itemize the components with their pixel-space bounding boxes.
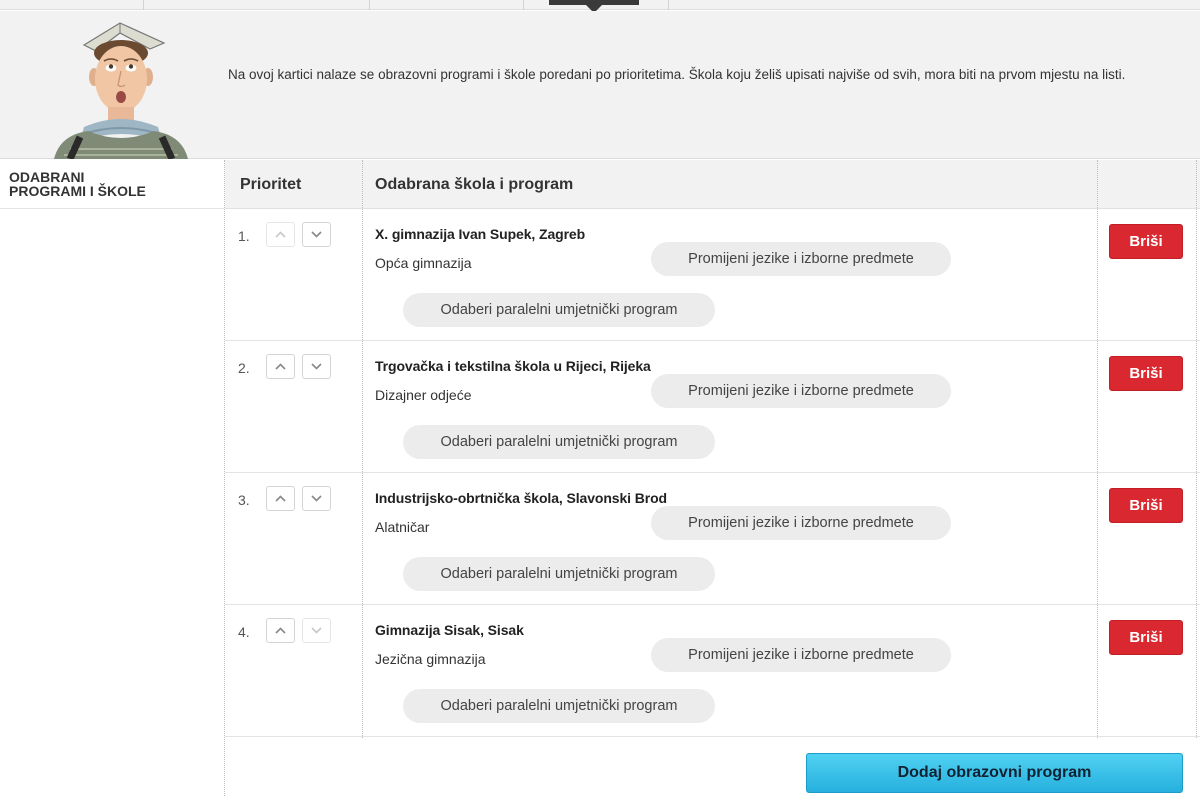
move-down-button[interactable] — [302, 222, 331, 247]
column-divider — [1097, 160, 1098, 738]
parallel-art-program-button[interactable]: Odaberi paralelni umjetnički program — [403, 293, 715, 327]
chevron-down-icon — [311, 231, 322, 238]
delete-button[interactable]: Briši — [1109, 224, 1183, 259]
side-panel: ODABRANI PROGRAMI I ŠKOLE — [0, 160, 224, 209]
change-languages-button[interactable]: Promijeni jezike i izborne predmete — [651, 242, 951, 276]
move-up-button[interactable] — [266, 486, 295, 511]
change-languages-button[interactable]: Promijeni jezike i izborne predmete — [651, 638, 951, 672]
program-name: Opća gimnazija — [375, 255, 472, 271]
priority-number: 2. — [238, 360, 250, 376]
tab-strip — [0, 0, 1200, 13]
header-priority: Prioritet — [240, 176, 302, 193]
move-up-button[interactable] — [266, 222, 295, 247]
change-languages-button[interactable]: Promijeni jezike i izborne predmete — [651, 506, 951, 540]
chevron-down-icon — [311, 627, 322, 634]
chevron-down-icon — [311, 363, 322, 370]
priority-number: 3. — [238, 492, 250, 508]
tab-separator — [143, 0, 144, 10]
priority-number: 4. — [238, 624, 250, 640]
tab-separator — [668, 0, 669, 10]
move-up-button[interactable] — [266, 618, 295, 643]
delete-button[interactable]: Briši — [1109, 620, 1183, 655]
program-name: Dizajner odjeće — [375, 387, 472, 403]
delete-button[interactable]: Briši — [1109, 356, 1183, 391]
parallel-art-program-button[interactable]: Odaberi paralelni umjetnički program — [403, 689, 715, 723]
school-name: Industrijsko-obrtnička škola, Slavonski … — [375, 490, 668, 506]
banner-description: Na ovoj kartici nalaze se obrazovni prog… — [228, 67, 1126, 82]
add-program-button[interactable]: Dodaj obrazovni program — [806, 753, 1183, 793]
chevron-up-icon — [275, 627, 286, 634]
column-divider — [362, 160, 363, 738]
column-divider — [1196, 160, 1197, 738]
selected-programs-table: Prioritet Odabrana škola i program 1. X.… — [224, 160, 1200, 796]
header-school-program: Odabrana škola i program — [375, 176, 574, 193]
info-banner: Na ovoj kartici nalaze se obrazovni prog… — [0, 11, 1200, 159]
priority-number: 1. — [238, 228, 250, 244]
table-row: 4. Gimnazija Sisak, Sisak Jezična gimnaz… — [225, 605, 1200, 737]
parallel-art-program-button[interactable]: Odaberi paralelni umjetnički program — [403, 425, 715, 459]
tab-separator — [369, 0, 370, 10]
parallel-art-program-button[interactable]: Odaberi paralelni umjetnički program — [403, 557, 715, 591]
school-name: X. gimnazija Ivan Supek, Zagreb — [375, 226, 586, 242]
table-row: 3. Industrijsko-obrtnička škola, Slavons… — [225, 473, 1200, 605]
move-up-button[interactable] — [266, 354, 295, 379]
table-row: 1. X. gimnazija Ivan Supek, Zagreb Opća … — [225, 209, 1200, 341]
student-avatar — [54, 22, 188, 159]
chevron-up-icon — [275, 495, 286, 502]
move-down-button[interactable] — [302, 354, 331, 379]
section-title: ODABRANI PROGRAMI I ŠKOLE — [9, 169, 146, 199]
school-name: Gimnazija Sisak, Sisak — [375, 622, 524, 638]
chevron-down-icon — [311, 495, 322, 502]
change-languages-button[interactable]: Promijeni jezike i izborne predmete — [651, 374, 951, 408]
school-name: Trgovačka i tekstilna škola u Rijeci, Ri… — [375, 358, 651, 374]
chevron-up-icon — [275, 363, 286, 370]
program-name: Jezična gimnazija — [375, 651, 486, 667]
table-row: 2. Trgovačka i tekstilna škola u Rijeci,… — [225, 341, 1200, 473]
chevron-up-icon — [275, 231, 286, 238]
table-header: Prioritet Odabrana škola i program — [225, 160, 1200, 209]
delete-button[interactable]: Briši — [1109, 488, 1183, 523]
table-footer: Dodaj obrazovni program — [225, 738, 1200, 796]
move-down-button[interactable] — [302, 618, 331, 643]
tab-separator — [523, 0, 524, 10]
program-name: Alatničar — [375, 519, 430, 535]
move-down-button[interactable] — [302, 486, 331, 511]
